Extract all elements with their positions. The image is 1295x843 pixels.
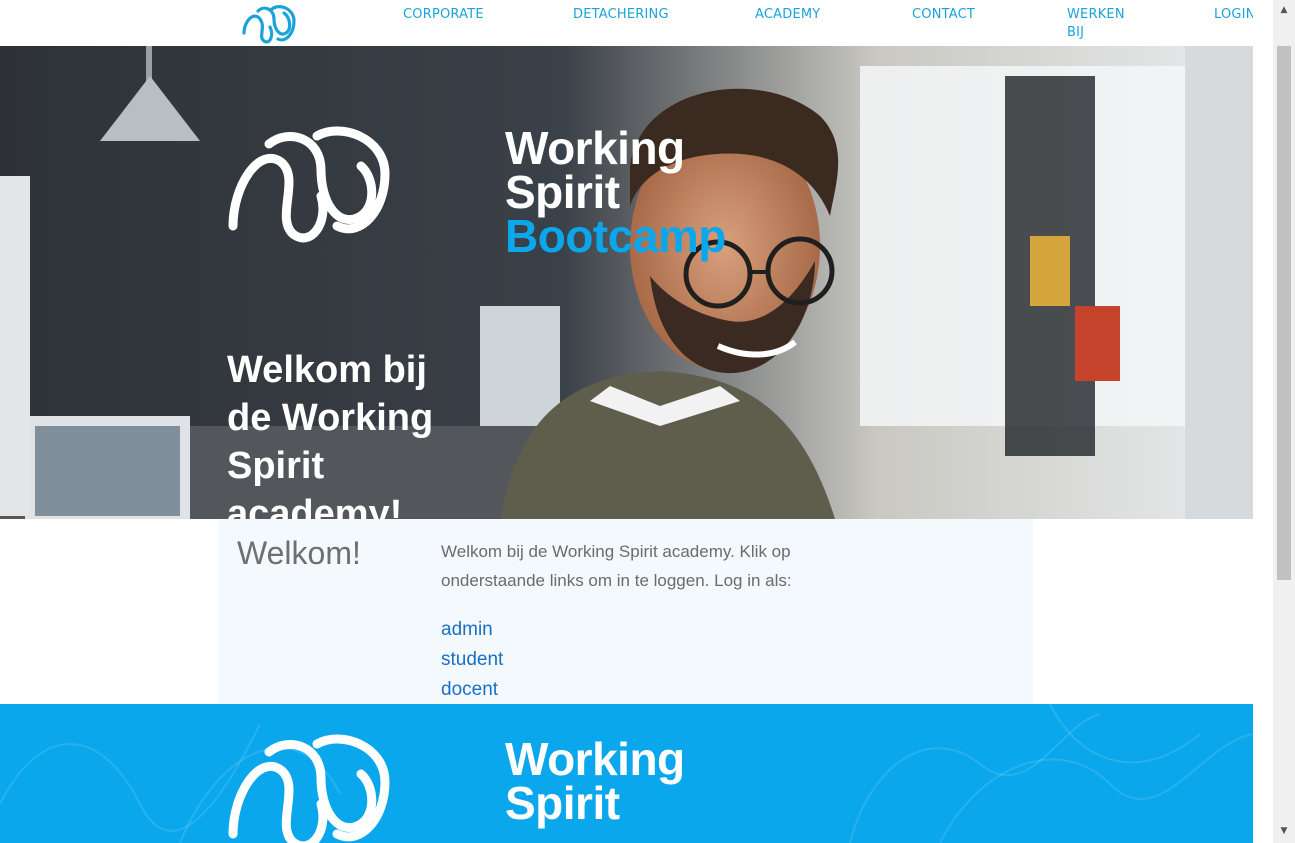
scroll-down-arrow-icon[interactable]: ▼ (1273, 823, 1295, 839)
welcome-text: Welkom bij de Working Spirit academy. Kl… (441, 542, 792, 590)
hero-brand-line3: Bootcamp (505, 210, 726, 262)
welcome-title: Welkom! (237, 535, 361, 571)
footer-brand-line2: Spirit (505, 777, 620, 829)
nav-contact[interactable]: CONTACT (912, 6, 975, 24)
login-link-admin[interactable]: admin (441, 615, 503, 645)
hero-welcome-heading: Welkom bij de Working Spirit academy! (227, 349, 434, 519)
vertical-scrollbar[interactable]: ▲ ▼ (1273, 0, 1295, 843)
nav-detachering[interactable]: DETACHERING (573, 6, 669, 24)
footer-brand-title: Working Spirit (505, 733, 685, 829)
footer-brand-line1: Working (505, 733, 685, 785)
nav-login[interactable]: LOGIN (1214, 6, 1256, 24)
hero-brand-title: Working Spirit Bootcamp (505, 122, 726, 262)
footer-banner: Working Spirit (0, 704, 1253, 843)
nav-academy[interactable]: ACADEMY (755, 6, 820, 24)
hero-brand-line1: Working (505, 122, 685, 174)
login-link-student[interactable]: student (441, 645, 503, 675)
nav-bij-label: BIJ (1067, 25, 1085, 40)
nav-werken-label: WERKEN (1067, 7, 1125, 22)
nav-werken-bij[interactable]: WERKEN BIJ (1057, 6, 1135, 46)
hero-office-photo (0, 46, 1253, 519)
hero-logo-icon (228, 126, 390, 243)
top-navigation-bar: CORPORATE DETACHERING ACADEMY CONTACT WE… (0, 0, 1256, 46)
nav-corporate[interactable]: CORPORATE (403, 6, 484, 24)
welcome-section: Welkom! Welkom bij de Working Spirit aca… (219, 519, 1033, 704)
right-gutter (1253, 0, 1273, 843)
hero-brand-line2: Spirit (505, 166, 620, 218)
login-link-docent[interactable]: docent (441, 675, 503, 705)
footer-logo-icon (228, 734, 390, 843)
login-links: admin student docent (441, 615, 503, 705)
hero-banner: Working Spirit Bootcamp Welkom bij de Wo… (0, 46, 1253, 519)
scroll-up-arrow-icon[interactable]: ▲ (1273, 2, 1295, 18)
working-spirit-logo-icon[interactable] (240, 3, 300, 45)
scrollbar-thumb[interactable] (1277, 46, 1291, 580)
